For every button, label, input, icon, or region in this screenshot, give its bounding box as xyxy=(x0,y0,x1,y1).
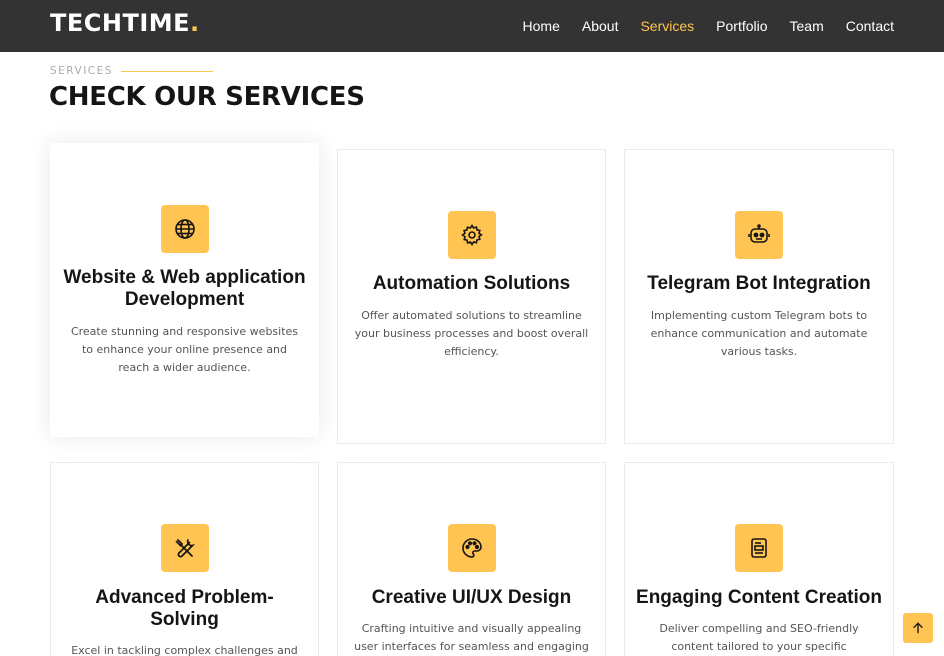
service-card-automation[interactable]: Automation Solutions Offer automated sol… xyxy=(337,149,606,444)
robot-icon xyxy=(735,211,783,259)
nav-contact[interactable]: Contact xyxy=(846,18,894,34)
arrow-up-icon xyxy=(913,622,923,634)
service-card-ui-ux-design[interactable]: Creative UI/UX Design Crafting intuitive… xyxy=(337,462,606,656)
nav-portfolio[interactable]: Portfolio xyxy=(716,18,767,34)
nav-services[interactable]: Services xyxy=(640,18,694,34)
service-description: Create stunning and responsive websites … xyxy=(70,325,299,374)
nav-about[interactable]: About xyxy=(582,18,619,34)
nav-team[interactable]: Team xyxy=(790,18,824,34)
nav-home[interactable]: Home xyxy=(523,18,560,34)
main-nav: Home About Services Portfolio Team Conta… xyxy=(501,0,894,52)
back-to-top-button[interactable] xyxy=(903,613,933,643)
service-description: Deliver compelling and SEO-friendly cont… xyxy=(659,622,859,653)
service-description: Excel in tackling complex challenges and xyxy=(71,644,298,656)
service-card-web-development[interactable]: Website & Web application Development Cr… xyxy=(50,143,319,437)
service-card-telegram-bot[interactable]: Telegram Bot Integration Implementing cu… xyxy=(624,149,894,444)
service-card-problem-solving[interactable]: Advanced Problem-Solving Excel in tackli… xyxy=(50,462,319,656)
service-description: Offer automated solutions to streamline … xyxy=(354,309,589,358)
service-description: Implementing custom Telegram bots to enh… xyxy=(650,309,868,358)
section-label: SERVICES xyxy=(50,65,213,77)
service-title: Website & Web application Development xyxy=(63,267,306,310)
service-title: Automation Solutions xyxy=(372,273,571,294)
section-label-line xyxy=(120,70,213,72)
logo-text: TECHTIME xyxy=(50,9,191,37)
service-card-content-creation[interactable]: Engaging Content Creation Deliver compel… xyxy=(624,462,894,656)
service-title: Telegram Bot Integration xyxy=(647,273,871,294)
document-icon xyxy=(735,524,783,572)
gear-icon xyxy=(447,211,496,259)
service-description: Crafting intuitive and visually appealin… xyxy=(354,622,589,653)
service-title: Engaging Content Creation xyxy=(636,587,882,608)
tools-icon xyxy=(160,524,209,572)
logo[interactable]: TECHTIME. xyxy=(50,9,200,37)
section-label-text: SERVICES xyxy=(50,65,113,77)
site-header: TECHTIME. Home About Services Portfolio … xyxy=(0,0,944,52)
service-title: Advanced Problem-Solving xyxy=(95,587,274,630)
globe-icon xyxy=(160,205,209,253)
service-title: Creative UI/UX Design xyxy=(371,587,572,608)
palette-icon xyxy=(447,524,496,572)
logo-dot: . xyxy=(190,9,200,37)
section-title: CHECK OUR SERVICES xyxy=(49,82,365,112)
